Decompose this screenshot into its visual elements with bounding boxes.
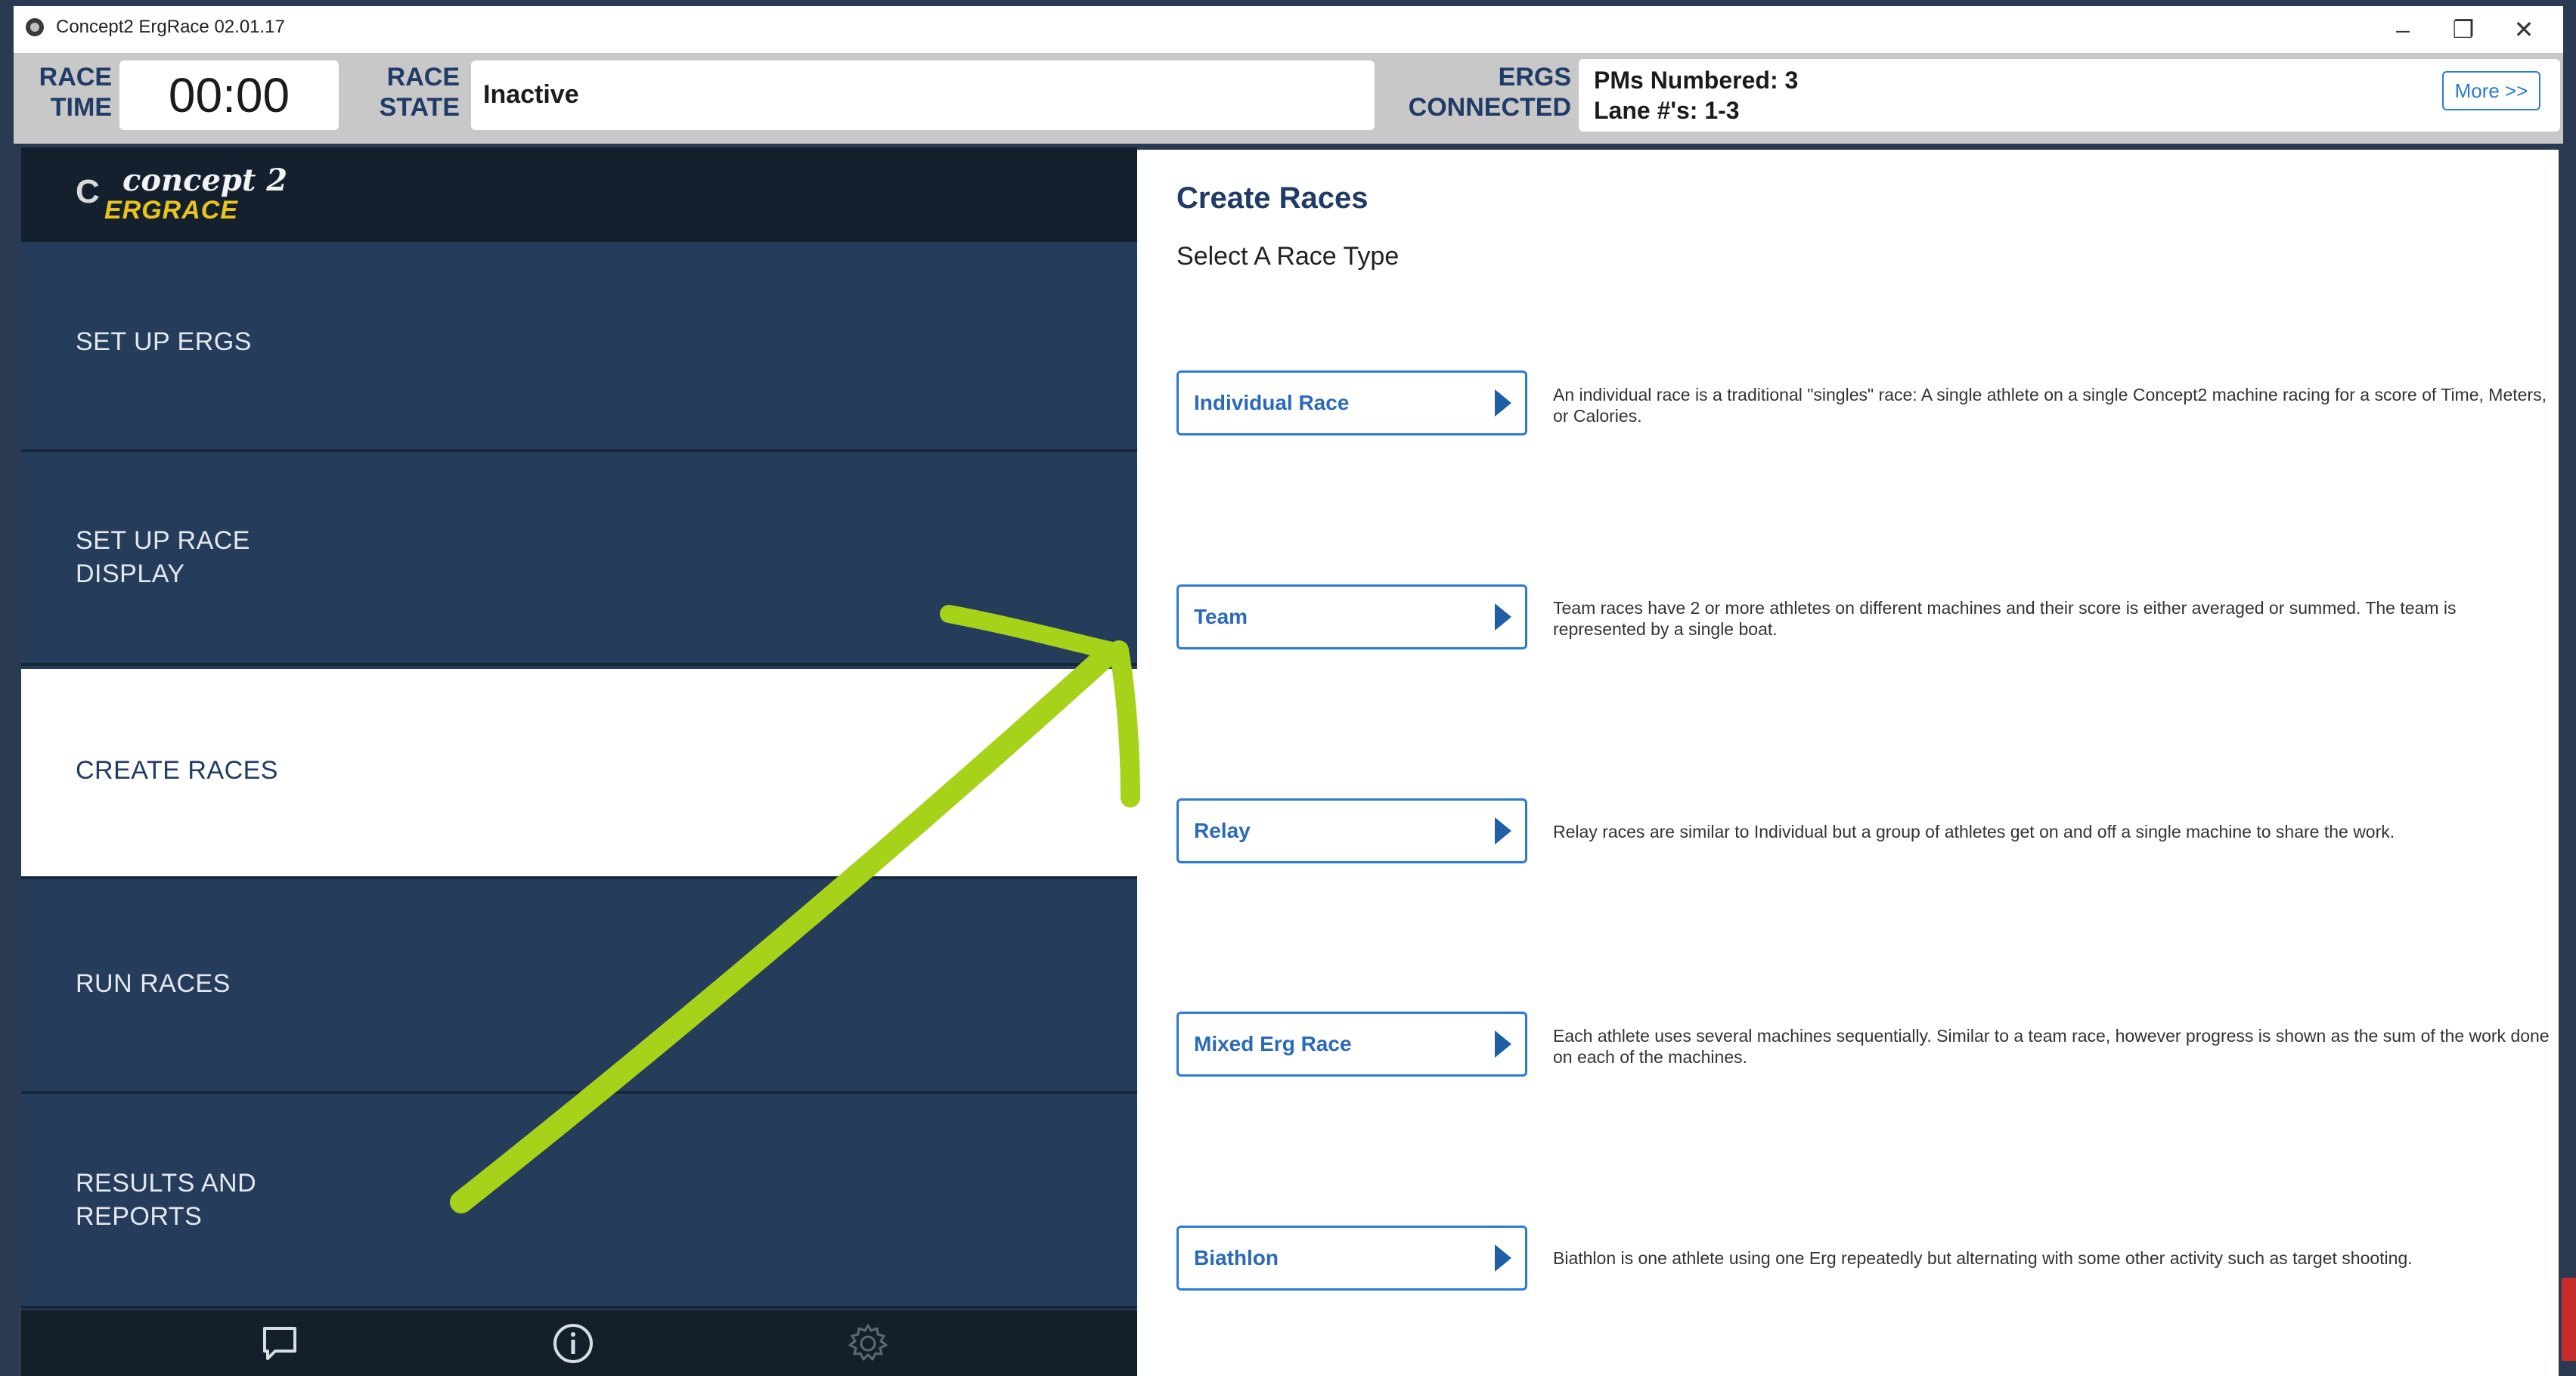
race-time-label-text: RACE TIME (39, 63, 112, 122)
lane-numbers: Lane #'s: 1-3 (1594, 97, 1740, 124)
minimize-button[interactable]: – (2373, 6, 2433, 53)
race-time-value: 00:00 (168, 68, 290, 122)
race-state-display: Inactive (471, 60, 1375, 130)
main-panel: Create Races Select A Race Type Individu… (1137, 150, 2559, 1376)
close-button[interactable]: ✕ (2494, 6, 2554, 53)
edge-accent (2562, 1278, 2576, 1361)
play-icon (1495, 603, 1511, 631)
ergs-connected-display: PMs Numbered: 3 Lane #'s: 1-3 (1579, 59, 2560, 132)
sidebar-item-label: SET UP RACE DISPLAY (76, 526, 250, 588)
title-bar: Concept2 ErgRace 02.01.17 – ❐ ✕ (14, 6, 2563, 54)
sidebar-item-label: RESULTS AND REPORTS (76, 1169, 257, 1231)
sidebar-item-create-races[interactable]: CREATE RACES (21, 669, 1137, 879)
relay-race-button[interactable]: Relay (1176, 798, 1527, 863)
status-bar: RACE TIME 00:00 RACE STATE Inactive ERGS… (14, 53, 2563, 144)
race-state-value: Inactive (483, 80, 579, 109)
team-race-button[interactable]: Team (1176, 584, 1527, 649)
play-icon (1495, 1030, 1511, 1058)
logo: C concept 2 ERGRACE (21, 147, 1137, 242)
ergs-connected-label-text: ERGS CONNECTED (1408, 63, 1571, 122)
play-icon (1495, 1244, 1511, 1272)
race-time-label: RACE TIME (21, 62, 112, 122)
ergs-connected-label: ERGS CONNECTED (1344, 62, 1571, 122)
sidebar-item-set-up-race-display[interactable]: SET UP RACE DISPLAY (21, 456, 1137, 666)
sidebar-item-label: RUN RACES (76, 969, 231, 998)
individual-race-button[interactable]: Individual Race (1176, 370, 1527, 435)
race-state-label: RACE STATE (369, 62, 460, 122)
app-icon (26, 18, 44, 36)
pms-numbered: PMs Numbered: 3 (1594, 67, 1799, 94)
info-icon[interactable] (550, 1321, 596, 1366)
logo-mark: C (76, 173, 100, 210)
chat-icon[interactable] (257, 1321, 302, 1366)
play-icon (1495, 817, 1511, 845)
mixed-erg-race-description: Each athlete uses several machines seque… (1553, 1026, 2550, 1067)
sidebar-item-set-up-ergs[interactable]: SET UP ERGS (21, 242, 1137, 452)
more-button[interactable]: More >> (2442, 71, 2540, 110)
logo-ergrace-text: ERGRACE (104, 196, 239, 225)
play-icon (1495, 389, 1511, 417)
race-button-label: Individual Race (1194, 391, 1350, 414)
page-title: Create Races (1176, 181, 1369, 215)
race-button-label: Relay (1194, 819, 1251, 842)
biathlon-race-description: Biathlon is one athlete using one Erg re… (1553, 1248, 2413, 1268)
sidebar-item-label: CREATE RACES (76, 756, 278, 785)
biathlon-race-button[interactable]: Biathlon (1176, 1226, 1527, 1291)
sidebar-item-label: SET UP ERGS (76, 327, 252, 356)
gear-icon[interactable] (845, 1321, 891, 1366)
logo-concept-text: concept 2 (122, 163, 288, 198)
race-button-label: Team (1194, 605, 1248, 628)
page-subtitle: Select A Race Type (1176, 242, 1400, 271)
race-button-label: Mixed Erg Race (1194, 1032, 1352, 1055)
sidebar-item-results-and-reports[interactable]: RESULTS AND REPORTS (21, 1099, 1137, 1309)
race-button-label: Biathlon (1194, 1246, 1279, 1269)
race-time-display: 00:00 (119, 60, 339, 130)
mixed-erg-race-button[interactable]: Mixed Erg Race (1176, 1012, 1527, 1077)
relay-race-description: Relay races are similar to Individual bu… (1553, 822, 2395, 841)
restore-button[interactable]: ❐ (2433, 6, 2494, 53)
race-state-label-text: RACE STATE (379, 63, 460, 122)
sidebar: C concept 2 ERGRACE SET UP ERGS SET UP R… (21, 147, 1137, 1376)
team-race-description: Team races have 2 or more athletes on di… (1553, 598, 2457, 639)
window-title: Concept2 ErgRace 02.01.17 (56, 17, 285, 37)
individual-race-description: An individual race is a traditional "sin… (1553, 385, 2547, 426)
sidebar-item-run-races[interactable]: RUN RACES (21, 884, 1137, 1094)
sidebar-footer (21, 1310, 1137, 1376)
